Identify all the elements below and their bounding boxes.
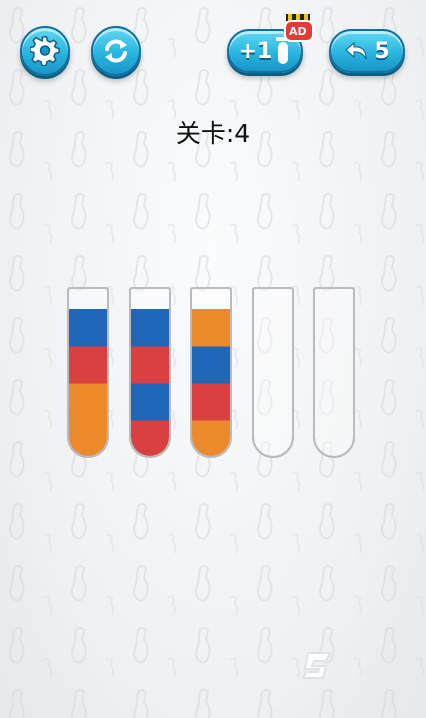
undo-arrow-icon: [345, 41, 367, 60]
liquid-layer-red: [192, 383, 230, 421]
liquid-layer-blue: [69, 309, 107, 347]
tube-glass: [313, 287, 355, 458]
undo-count: 5: [374, 38, 390, 64]
liquid-layer-orange: [192, 420, 230, 456]
restart-button[interactable]: [91, 26, 141, 76]
liquid-layer-orange: [69, 420, 107, 456]
settings-button[interactable]: [20, 26, 70, 76]
tube-3[interactable]: [189, 287, 233, 459]
level-title: 关卡:4: [175, 119, 251, 148]
tube-4[interactable]: [251, 287, 295, 459]
refresh-icon: [105, 39, 127, 63]
gear-icon: [30, 36, 60, 66]
liquid-layer-red: [131, 420, 169, 456]
ad-badge: AD: [283, 14, 315, 44]
liquid-layer-blue: [192, 346, 230, 384]
add-tube-label: +1: [238, 38, 273, 64]
liquid-layer-orange: [69, 383, 107, 421]
undo-button[interactable]: 5: [329, 29, 405, 73]
watermark-logo: [301, 652, 332, 679]
tube-5[interactable]: [312, 287, 356, 459]
liquid-layer-red: [131, 346, 169, 384]
tube-1[interactable]: [66, 287, 110, 459]
tube-glass: [252, 287, 294, 458]
ad-badge-label: AD: [289, 25, 307, 38]
tube-2[interactable]: [128, 287, 172, 459]
liquid-layer-blue: [131, 383, 169, 421]
liquid-layer-orange: [192, 309, 230, 347]
liquid-layer-red: [69, 346, 107, 384]
liquid-layer-blue: [131, 309, 169, 347]
